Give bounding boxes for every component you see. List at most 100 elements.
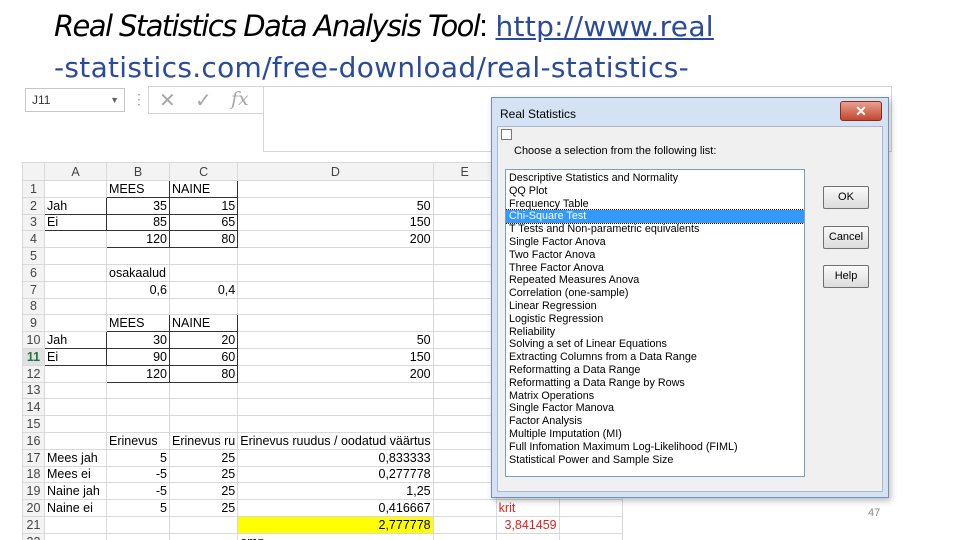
cell-D11[interactable]: 150 [237,347,434,366]
column-header[interactable]: D [237,162,434,181]
list-item[interactable]: Extracting Columns from a Data Range [506,351,804,364]
cell-C9[interactable]: NAINE [168,314,239,333]
cell-C2[interactable]: 15 [168,196,239,215]
row-header[interactable]: 16 [22,431,45,450]
cell-C12[interactable]: 80 [168,364,239,383]
row-header[interactable]: 17 [22,448,45,467]
row-header[interactable]: 18 [22,465,45,484]
cell-B10[interactable]: 30 [106,331,170,349]
cell-C7[interactable]: 0,4 [168,280,239,299]
cell-A2[interactable]: Jah [44,196,107,215]
cell-C22[interactable] [168,532,239,540]
cell-E14[interactable] [432,398,497,417]
row-header[interactable]: 6 [22,263,45,282]
cell-C15[interactable] [168,415,239,433]
row-header[interactable]: 11 [22,347,45,366]
cell-C1[interactable]: NAINE [168,180,239,198]
cell-B17[interactable]: 5 [106,448,170,467]
row-header[interactable]: 22 [22,532,45,540]
cell-E6[interactable] [432,263,497,282]
cell-E15[interactable] [432,415,497,433]
cell-E19[interactable] [432,482,497,501]
row-header[interactable]: 8 [22,297,45,316]
cell-D5[interactable] [237,247,434,265]
cell-G22[interactable] [558,532,623,540]
cell-A7[interactable] [44,280,107,299]
cell-E11[interactable] [432,347,497,366]
cell-C16[interactable]: Erinevus ru [168,431,239,450]
help-button[interactable]: Help [823,265,869,288]
cancel-entry-icon[interactable]: ✕ [159,88,176,113]
cell-D20[interactable]: 0,416667 [237,499,434,517]
cell-E22[interactable] [432,532,497,540]
row-header[interactable]: 3 [22,213,45,232]
chevron-down-icon[interactable]: ▼ [110,89,119,111]
list-item[interactable]: Linear Regression [506,300,804,313]
cell-A1[interactable] [44,180,107,198]
row-header[interactable]: 19 [22,482,45,501]
cell-D8[interactable] [237,297,434,316]
cell-D13[interactable] [237,381,434,400]
row-header[interactable]: 12 [22,364,45,383]
row-header[interactable]: 21 [22,515,45,534]
cell-E13[interactable] [432,381,497,400]
cell-B4[interactable]: 120 [106,230,170,249]
analysis-listbox[interactable]: Descriptive Statistics and Normality QQ P… [505,169,805,477]
list-item[interactable]: Logistic Regression [506,313,804,326]
cell-B7[interactable]: 0,6 [106,280,170,299]
row-header[interactable]: 1 [22,180,45,198]
cell-E7[interactable] [432,280,497,299]
cell-B2[interactable]: 35 [106,196,170,215]
cell-B16[interactable]: Erinevus [106,431,170,450]
cell-E1[interactable] [432,180,497,198]
download-link-continued[interactable]: -statistics.com/free-download/real-stati… [54,49,689,82]
cell-C10[interactable]: 20 [168,331,239,349]
list-item[interactable]: Reliability [506,326,804,339]
cell-F22[interactable] [495,532,560,540]
cell-B9[interactable]: MEES [106,314,170,333]
cell-C18[interactable]: 25 [168,465,239,484]
cell-E10[interactable] [432,331,497,349]
list-item[interactable]: Reformatting a Data Range [506,364,804,377]
close-button[interactable]: ✕ [840,101,882,121]
row-header[interactable]: 5 [22,247,45,265]
column-header[interactable]: B [106,162,170,181]
row-header[interactable]: 13 [22,381,45,400]
ok-button[interactable]: OK [823,186,869,209]
list-item[interactable]: Statistical Power and Sample Size [506,454,804,467]
cell-A16[interactable] [44,431,107,450]
list-item[interactable]: Multiple Imputation (MI) [506,428,804,441]
list-item[interactable]: Single Factor Manova [506,402,804,415]
cell-E4[interactable] [432,230,497,249]
cell-B14[interactable] [106,398,170,417]
cell-A8[interactable] [44,297,107,316]
list-item[interactable]: Three Factor Anova [506,262,804,275]
cell-D19[interactable]: 1,25 [237,482,434,501]
cell-E5[interactable] [432,247,497,265]
download-link[interactable]: http://www.real [496,10,714,43]
cell-D15[interactable] [237,415,434,433]
cell-C19[interactable]: 25 [168,482,239,501]
cell-C4[interactable]: 80 [168,230,239,249]
cell-A18[interactable]: Mees ei [44,465,107,484]
cell-E16[interactable] [432,431,497,450]
cell-A4[interactable] [44,230,107,249]
list-item[interactable]: Matrix Operations [506,390,804,403]
row-header[interactable]: 14 [22,398,45,417]
list-item[interactable]: Full Infomation Maximum Log-Likelihood (… [506,441,804,454]
cell-E21[interactable] [432,515,497,534]
row-header[interactable]: 10 [22,331,45,349]
cell-B1[interactable]: MEES [106,180,170,198]
column-header[interactable]: A [44,162,107,181]
cell-E20[interactable] [432,499,497,517]
cell-A21[interactable] [44,515,107,534]
list-item[interactable]: Frequency Table [506,198,804,211]
row-header[interactable]: 15 [22,415,45,433]
insert-function-icon[interactable]: fx [231,88,249,110]
cell-B3[interactable]: 85 [106,213,170,232]
cell-C6[interactable] [168,263,239,282]
cell-B13[interactable] [106,381,170,400]
cell-B8[interactable] [106,297,170,316]
cell-E9[interactable] [432,314,497,333]
cell-A3[interactable]: Ei [44,213,107,232]
